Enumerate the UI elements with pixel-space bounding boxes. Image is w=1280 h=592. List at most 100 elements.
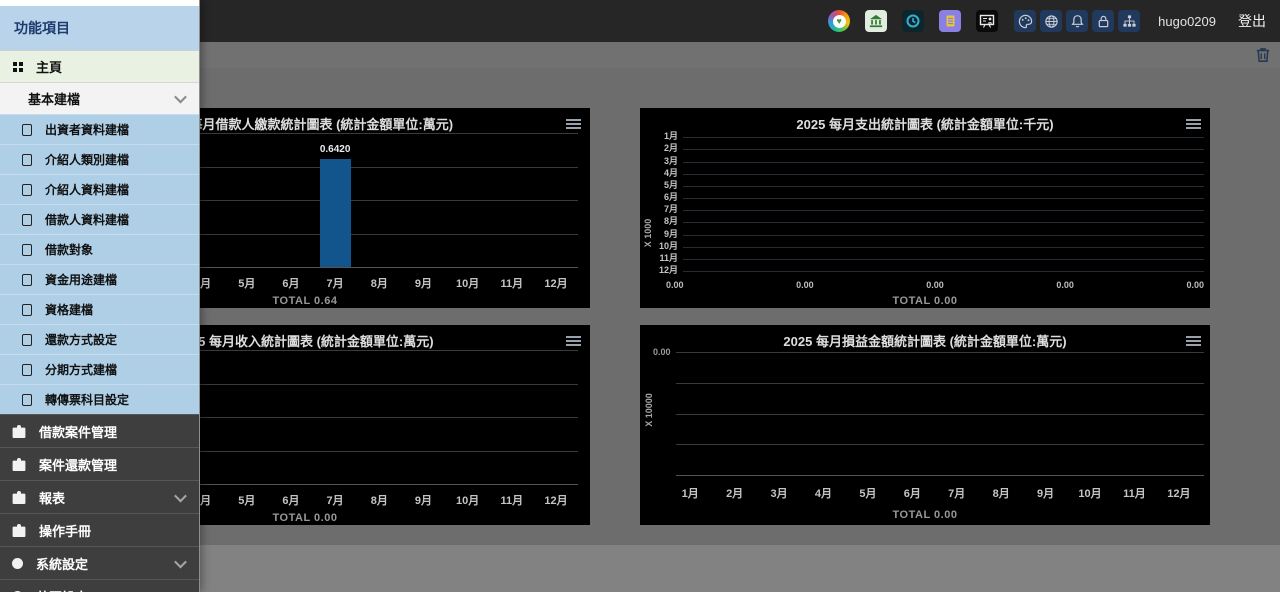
month-label: 8月: [979, 485, 1023, 501]
row-gridline: [683, 271, 1204, 272]
logout-button[interactable]: 登出: [1238, 11, 1266, 31]
month-label: 1月: [668, 485, 712, 501]
row-gridline: [683, 210, 1204, 211]
gridline: [676, 352, 1204, 353]
sidebar-item-借款案件管理[interactable]: 借款案件管理: [0, 414, 199, 447]
row-gridline: [683, 222, 1204, 223]
sidebar-submenu-item[interactable]: 介紹人資料建檔: [0, 174, 199, 204]
form-icon: [22, 394, 32, 406]
chevron-down-icon: [174, 489, 187, 502]
sidebar-item-系統設定[interactable]: 系統設定: [0, 546, 199, 579]
month-label: 5月: [225, 492, 269, 508]
sitemap-icon[interactable]: [1118, 10, 1140, 32]
row-gridline: [683, 198, 1204, 199]
month-label: 5月: [846, 485, 890, 501]
sidebar-item-label: 資格建檔: [45, 301, 93, 318]
form-icon: [22, 364, 32, 376]
form-icon: [22, 184, 32, 196]
bar-slot: [269, 133, 313, 267]
sidebar-item-label: 系統設定: [36, 554, 88, 573]
chart-total-label: TOTAL 0.00: [640, 295, 1210, 307]
trash-icon[interactable]: [1254, 46, 1272, 64]
sidebar-item-home[interactable]: 主頁: [0, 50, 199, 82]
sidebar-item-共同設定[interactable]: 共同設定: [0, 579, 199, 592]
month-label: 7月: [313, 492, 357, 508]
sidebar-submenu-item[interactable]: 借款對象: [0, 234, 199, 264]
category-row: 4月: [650, 165, 1204, 177]
sidebar-item-label: 借款對象: [45, 241, 93, 258]
presentation-board-icon[interactable]: [976, 10, 998, 32]
sidebar-submenu-item[interactable]: 出資者資料建檔: [0, 114, 199, 144]
month-label: 11月: [1112, 485, 1156, 501]
bar-slot: [490, 133, 534, 267]
sidebar-item-label: 借款人資料建檔: [45, 211, 129, 228]
month-label: 12月: [534, 492, 578, 508]
bar-slot: [313, 350, 357, 484]
category-label: 8月: [650, 217, 683, 226]
sidebar-item-報表[interactable]: 報表: [0, 480, 199, 513]
category-row: 3月: [650, 152, 1204, 164]
category-row: 8月: [650, 213, 1204, 225]
sidebar-group-basic-setup[interactable]: 基本建檔: [0, 82, 199, 114]
sidebar-submenu-item[interactable]: 借款人資料建檔: [0, 204, 199, 234]
row-gridline: [683, 174, 1204, 175]
month-label: 7月: [935, 485, 979, 501]
sidebar-item-案件還款管理[interactable]: 案件還款管理: [0, 447, 199, 480]
palette-icon[interactable]: [1014, 10, 1036, 32]
scroll-app-icon[interactable]: [939, 10, 961, 32]
globe-icon[interactable]: [1040, 10, 1062, 32]
system-icon-group: [1014, 10, 1140, 32]
chevron-down-icon: [174, 91, 187, 104]
row-gridline: [683, 247, 1204, 248]
sidebar-submenu-item[interactable]: 介紹人類別建檔: [0, 144, 199, 174]
month-label: 8月: [357, 275, 401, 291]
sidebar-item-label: 介紹人類別建檔: [45, 151, 129, 168]
category-row: 1月: [650, 128, 1204, 140]
sidebar-submenu-item[interactable]: 轉傳票科目設定: [0, 384, 199, 414]
briefcase-icon: [12, 524, 26, 537]
sidebar-item-label: 借款案件管理: [39, 422, 117, 441]
hamburger-menu-icon[interactable]: [566, 334, 581, 348]
hamburger-menu-icon[interactable]: [566, 117, 581, 131]
clock-app-icon[interactable]: [902, 10, 924, 32]
bell-icon[interactable]: [1066, 10, 1088, 32]
bar-slot: [401, 133, 445, 267]
bar-slot: [534, 350, 578, 484]
hamburger-menu-icon[interactable]: [1186, 334, 1201, 348]
bar-slot: [534, 133, 578, 267]
chart-x-ticks: 0.000.000.000.000.00: [666, 280, 1204, 290]
bank-building-icon[interactable]: [865, 10, 887, 32]
row-gridline: [683, 149, 1204, 150]
month-label: 10月: [1068, 485, 1112, 501]
chart-category-rows: 1月2月3月4月5月6月7月8月9月10月11月12月: [650, 128, 1204, 274]
chart-title: 2025 每月損益金額統計圖表 (統計金額單位:萬元): [640, 331, 1210, 350]
bar-slot: [446, 133, 490, 267]
sidebar-submenu-item[interactable]: 資金用途建檔: [0, 264, 199, 294]
month-label: 11月: [490, 492, 534, 508]
gridline: [676, 475, 1204, 476]
category-label: 3月: [650, 157, 683, 166]
sidebar-submenu-item[interactable]: 分期方式建檔: [0, 354, 199, 384]
sidebar-item-操作手冊[interactable]: 操作手冊: [0, 513, 199, 546]
row-gridline: [683, 259, 1204, 260]
month-label: 7月: [313, 275, 357, 291]
month-label: 12月: [1157, 485, 1201, 501]
category-row: 5月: [650, 177, 1204, 189]
month-label: 3月: [757, 485, 801, 501]
chart-y-axis-label: X 10000: [644, 388, 654, 432]
heart-swirl-logo-icon[interactable]: ♥: [828, 10, 850, 32]
month-label: 6月: [269, 275, 313, 291]
row-gridline: [683, 137, 1204, 138]
month-label: 6月: [269, 492, 313, 508]
month-label: 8月: [357, 492, 401, 508]
category-label: 5月: [650, 181, 683, 190]
form-icon: [22, 214, 32, 226]
month-label: 5月: [225, 275, 269, 291]
lock-icon[interactable]: [1092, 10, 1114, 32]
category-label: 7月: [650, 205, 683, 214]
sidebar-submenu-item[interactable]: 資格建檔: [0, 294, 199, 324]
category-row: 7月: [650, 201, 1204, 213]
category-row: 11月: [650, 250, 1204, 262]
username-label[interactable]: hugo0209: [1158, 14, 1216, 29]
sidebar-submenu-item[interactable]: 還款方式設定: [0, 324, 199, 354]
